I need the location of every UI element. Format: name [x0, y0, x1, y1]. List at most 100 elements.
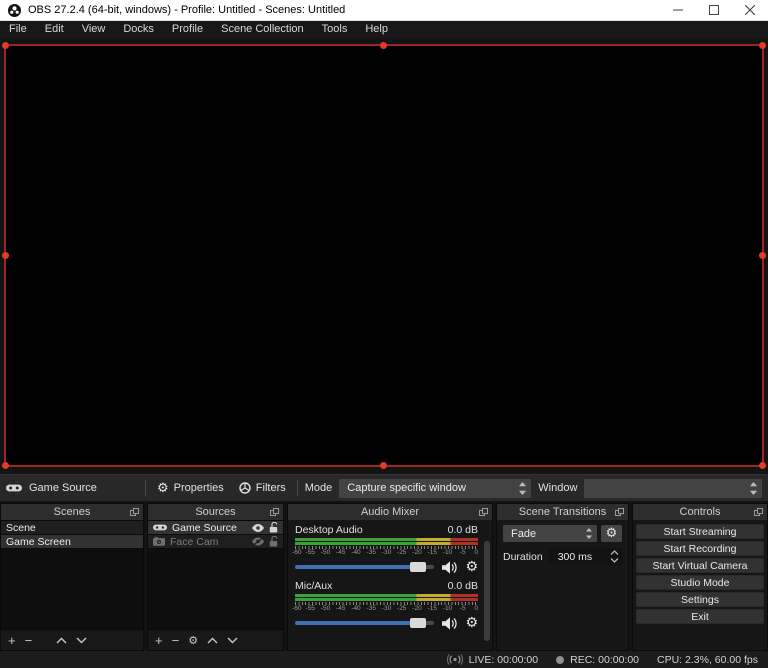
menu-view[interactable]: View	[73, 21, 115, 38]
filters-label: Filters	[256, 482, 286, 494]
move-source-down-button[interactable]	[227, 637, 238, 644]
audio-mixer-body: Desktop Audio 0.0 dB -60 -55 -50 -45 -40…	[288, 520, 492, 650]
spinner-arrows-icon	[586, 528, 592, 539]
live-status: LIVE: 00:00:00	[447, 654, 538, 666]
start-virtual-camera-button[interactable]: Start Virtual Camera	[636, 558, 764, 573]
resize-handle-middle-left[interactable]	[2, 252, 9, 259]
speaker-icon[interactable]	[442, 561, 457, 574]
controls-dock: Controls Start Streaming Start Recording…	[632, 503, 768, 651]
minimize-button[interactable]	[660, 0, 696, 20]
resize-handle-bottom-center[interactable]	[380, 462, 387, 469]
studio-mode-button[interactable]: Studio Mode	[636, 575, 764, 590]
scene-transitions-dock-title: Scene Transitions	[519, 506, 606, 518]
remove-source-button[interactable]: −	[172, 634, 180, 647]
source-properties-gear-icon[interactable]: ⚙	[188, 635, 198, 646]
dock-float-icon[interactable]	[130, 508, 139, 516]
filters-button[interactable]: Filters	[235, 480, 290, 496]
lock-open-icon[interactable]	[269, 536, 278, 547]
scene-transitions-dock-header[interactable]: Scene Transitions	[497, 504, 628, 520]
spinbox-up-down-icon[interactable]	[610, 550, 619, 563]
menu-help[interactable]: Help	[356, 21, 397, 38]
exit-button[interactable]: Exit	[636, 609, 764, 624]
scenes-dock-title: Scenes	[54, 506, 91, 518]
duration-value: 300 ms	[558, 551, 592, 563]
start-recording-button[interactable]: Start Recording	[636, 541, 764, 556]
mixer-scrollbar-thumb[interactable]	[484, 541, 490, 641]
audio-mixer-dock-header[interactable]: Audio Mixer	[288, 504, 492, 520]
mixer-channel-desktop-audio: Desktop Audio 0.0 dB -60 -55 -50 -45 -40…	[295, 524, 478, 574]
speaker-icon[interactable]	[442, 617, 457, 630]
resize-handle-top-left[interactable]	[2, 42, 9, 49]
dock-float-icon[interactable]	[615, 508, 624, 516]
menu-tools[interactable]: Tools	[313, 21, 357, 38]
scene-list-item[interactable]: Game Screen	[1, 535, 143, 549]
mixer-scrollbar[interactable]	[484, 540, 490, 647]
menu-edit[interactable]: Edit	[36, 21, 73, 38]
dock-float-icon[interactable]	[270, 508, 279, 516]
source-list-item[interactable]: Game Source	[148, 521, 283, 535]
menu-docks[interactable]: Docks	[114, 21, 163, 38]
mode-label: Mode	[305, 482, 333, 494]
scenes-dock-header[interactable]: Scenes	[1, 504, 143, 520]
start-streaming-button[interactable]: Start Streaming	[636, 524, 764, 539]
mixer-channel-mic-aux: Mic/Aux 0.0 dB -60 -55 -50 -45 -40 -35 -…	[295, 580, 478, 630]
menu-scene-collection[interactable]: Scene Collection	[212, 21, 313, 38]
filters-icon	[239, 482, 251, 494]
gamepad-icon	[153, 523, 167, 532]
lock-open-icon[interactable]	[269, 522, 278, 533]
menu-file[interactable]: File	[0, 21, 36, 38]
volume-slider[interactable]	[295, 621, 434, 625]
dock-float-icon[interactable]	[754, 508, 763, 516]
remove-scene-button[interactable]: −	[25, 634, 33, 647]
scene-transitions-body: Fade ⚙ Duration 300 ms	[497, 520, 628, 650]
settings-button[interactable]: Settings	[636, 592, 764, 607]
sources-dock-header[interactable]: Sources	[148, 504, 283, 520]
sources-toolbar: + − ⚙	[148, 629, 283, 650]
controls-dock-header[interactable]: Controls	[633, 504, 767, 520]
move-scene-down-button[interactable]	[76, 637, 87, 644]
dock-float-icon[interactable]	[479, 508, 488, 516]
close-button[interactable]	[732, 0, 768, 20]
scene-canvas[interactable]	[4, 44, 764, 467]
resize-handle-bottom-left[interactable]	[2, 462, 9, 469]
volume-slider-handle[interactable]	[410, 562, 426, 572]
preview-area	[0, 38, 768, 474]
volume-slider-handle[interactable]	[410, 618, 426, 628]
rec-status: REC: 00:00:00	[556, 654, 639, 666]
gear-icon: ⚙	[157, 482, 169, 495]
resize-handle-middle-right[interactable]	[759, 252, 766, 259]
transition-select[interactable]: Fade	[503, 525, 597, 542]
move-source-up-button[interactable]	[207, 637, 218, 644]
scene-item-label: Scene	[6, 522, 138, 534]
resize-handle-top-right[interactable]	[759, 42, 766, 49]
record-dot-icon	[556, 656, 564, 664]
gamepad-icon	[6, 483, 22, 493]
properties-label: Properties	[174, 482, 224, 494]
add-scene-button[interactable]: +	[8, 634, 16, 647]
visibility-eye-off-icon[interactable]	[252, 537, 264, 546]
toolbar-source-name: Game Source	[29, 482, 97, 494]
toolbar-separator	[297, 480, 298, 496]
menu-profile[interactable]: Profile	[163, 21, 212, 38]
duration-spinbox[interactable]: 300 ms	[549, 548, 622, 565]
scene-transitions-dock: Scene Transitions Fade ⚙ Duration	[496, 503, 629, 651]
visibility-eye-icon[interactable]	[252, 524, 264, 532]
volume-slider[interactable]	[295, 565, 434, 569]
cpu-fps-stats: CPU: 2.3%, 60.00 fps	[657, 654, 758, 666]
rec-timer: REC: 00:00:00	[570, 654, 639, 666]
resize-handle-top-center[interactable]	[380, 42, 387, 49]
channel-gear-icon[interactable]: ⚙	[465, 560, 478, 574]
source-list-item[interactable]: Face Cam	[148, 535, 283, 549]
add-source-button[interactable]: +	[155, 634, 163, 647]
move-scene-up-button[interactable]	[56, 637, 67, 644]
transition-value: Fade	[511, 528, 536, 540]
channel-gear-icon[interactable]: ⚙	[465, 616, 478, 630]
scene-list-item[interactable]: Scene	[1, 521, 143, 535]
maximize-button[interactable]	[696, 0, 732, 20]
controls-dock-title: Controls	[680, 506, 721, 518]
transition-properties-button[interactable]: ⚙	[601, 525, 622, 542]
window-select[interactable]	[584, 479, 762, 498]
capture-mode-select[interactable]: Capture specific window	[339, 479, 531, 498]
properties-button[interactable]: ⚙ Properties	[153, 480, 228, 497]
resize-handle-bottom-right[interactable]	[759, 462, 766, 469]
